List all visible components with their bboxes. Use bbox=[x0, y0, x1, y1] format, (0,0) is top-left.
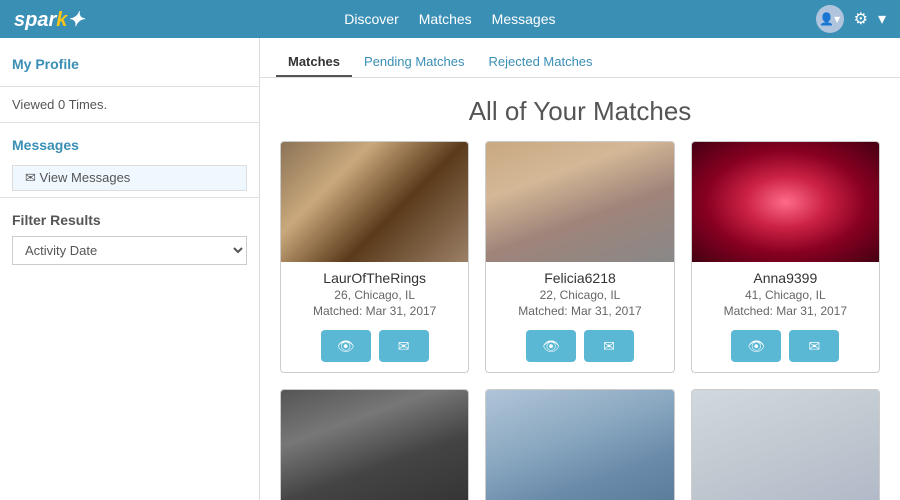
tab-matches[interactable]: Matches bbox=[276, 48, 352, 77]
main-nav: Discover Matches Messages bbox=[344, 11, 555, 27]
match-card bbox=[280, 389, 469, 500]
match-date-2: Matched: Mar 31, 2017 bbox=[496, 304, 663, 318]
match-name-2: Felicia6218 bbox=[496, 270, 663, 286]
view-profile-button-3[interactable]: 👁 bbox=[731, 330, 781, 362]
message-button-1[interactable]: ✉ bbox=[379, 330, 429, 362]
avatar[interactable]: 👤▾ bbox=[816, 5, 844, 33]
header: spark✦ Discover Matches Messages 👤▾ ⚙▾ bbox=[0, 0, 900, 38]
match-info-3: Anna9399 41, Chicago, IL Matched: Mar 31… bbox=[692, 262, 879, 324]
match-date-3: Matched: Mar 31, 2017 bbox=[702, 304, 869, 318]
view-messages-link[interactable]: ✉ View Messages bbox=[12, 165, 247, 191]
messages-label: Messages bbox=[12, 137, 247, 153]
tab-pending-matches[interactable]: Pending Matches bbox=[352, 48, 476, 77]
nav-discover[interactable]: Discover bbox=[344, 11, 398, 27]
match-details-3: 41, Chicago, IL bbox=[702, 288, 869, 302]
filter-label: Filter Results bbox=[0, 204, 259, 232]
my-profile-link[interactable]: My Profile bbox=[12, 56, 247, 72]
match-card bbox=[691, 389, 880, 500]
logo: spark✦ bbox=[14, 7, 84, 32]
tab-bar: Matches Pending Matches Rejected Matches bbox=[260, 38, 900, 78]
view-profile-button-2[interactable]: 👁 bbox=[526, 330, 576, 362]
divider-2 bbox=[0, 122, 259, 123]
match-date-1: Matched: Mar 31, 2017 bbox=[291, 304, 458, 318]
match-actions-1: 👁 ✉ bbox=[281, 324, 468, 372]
match-photo-6 bbox=[692, 390, 879, 500]
message-button-2[interactable]: ✉ bbox=[584, 330, 634, 362]
match-photo-3 bbox=[692, 142, 879, 262]
app-layout: My Profile Viewed 0 Times. Messages ✉ Vi… bbox=[0, 38, 900, 500]
match-actions-2: 👁 ✉ bbox=[486, 324, 673, 372]
nav-matches[interactable]: Matches bbox=[419, 11, 472, 27]
header-right: 👤▾ ⚙▾ bbox=[816, 5, 886, 33]
tab-rejected-matches[interactable]: Rejected Matches bbox=[476, 48, 604, 77]
divider-1 bbox=[0, 86, 259, 87]
match-details-1: 26, Chicago, IL bbox=[291, 288, 458, 302]
match-info-1: LaurOfTheRings 26, Chicago, IL Matched: … bbox=[281, 262, 468, 324]
match-photo-2 bbox=[486, 142, 673, 262]
message-button-3[interactable]: ✉ bbox=[789, 330, 839, 362]
match-card: Felicia6218 22, Chicago, IL Matched: Mar… bbox=[485, 141, 674, 373]
divider-3 bbox=[0, 197, 259, 198]
view-profile-button-1[interactable]: 👁 bbox=[321, 330, 371, 362]
match-card: Anna9399 41, Chicago, IL Matched: Mar 31… bbox=[691, 141, 880, 373]
matches-title: All of Your Matches bbox=[260, 78, 900, 141]
match-card bbox=[485, 389, 674, 500]
profile-section: My Profile bbox=[0, 48, 259, 80]
sidebar: My Profile Viewed 0 Times. Messages ✉ Vi… bbox=[0, 38, 260, 500]
match-name-3: Anna9399 bbox=[702, 270, 869, 286]
settings-icon[interactable]: ⚙ bbox=[854, 9, 868, 29]
nav-messages[interactable]: Messages bbox=[492, 11, 556, 27]
match-photo-5 bbox=[486, 390, 673, 500]
matches-grid: LaurOfTheRings 26, Chicago, IL Matched: … bbox=[260, 141, 900, 500]
filter-select[interactable]: Activity Date bbox=[12, 236, 247, 265]
match-name-1: LaurOfTheRings bbox=[291, 270, 458, 286]
match-info-2: Felicia6218 22, Chicago, IL Matched: Mar… bbox=[486, 262, 673, 324]
match-details-2: 22, Chicago, IL bbox=[496, 288, 663, 302]
match-card: LaurOfTheRings 26, Chicago, IL Matched: … bbox=[280, 141, 469, 373]
viewed-count: Viewed 0 Times. bbox=[0, 93, 259, 116]
match-photo-1 bbox=[281, 142, 468, 262]
match-actions-3: 👁 ✉ bbox=[692, 324, 879, 372]
match-photo-4 bbox=[281, 390, 468, 500]
messages-section: Messages bbox=[0, 129, 259, 161]
main-content: Matches Pending Matches Rejected Matches… bbox=[260, 38, 900, 500]
